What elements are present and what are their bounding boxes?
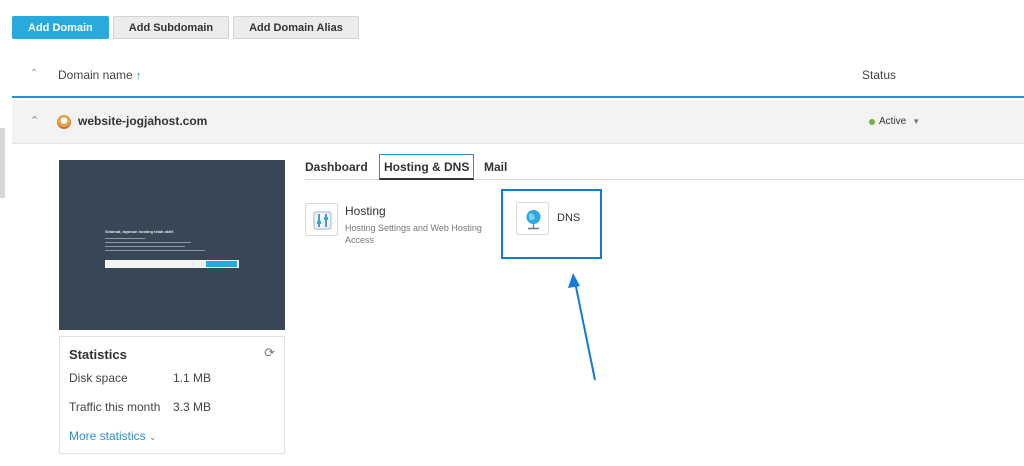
disk-space-value: 1.1 MB xyxy=(173,371,212,385)
chevron-down-icon: ▼ xyxy=(912,117,921,126)
sort-arrow-icon: ↑ xyxy=(135,70,142,82)
traffic-value: 3.3 MB xyxy=(173,400,212,414)
preview-text-line xyxy=(105,246,185,247)
status-badge[interactable]: Active ▼ xyxy=(869,116,920,127)
statistics-title: Statistics xyxy=(69,347,127,362)
tab-mail[interactable]: Mail xyxy=(480,154,511,180)
domain-name-column-label: Domain name xyxy=(58,68,133,82)
hosting-card-description: Hosting Settings and Web Hosting Access xyxy=(345,223,482,245)
add-subdomain-button[interactable]: Add Subdomain xyxy=(112,16,230,39)
add-domain-alias-button[interactable]: Add Domain Alias xyxy=(233,16,359,39)
domain-list-header: ⌃ Domain name ↑ Status xyxy=(12,58,1024,98)
left-scroll-strip xyxy=(0,128,5,198)
dns-highlight-box xyxy=(501,189,602,259)
preview-text-line xyxy=(105,250,205,251)
preview-button xyxy=(206,261,237,267)
status-label: Active xyxy=(879,116,907,127)
statistics-panel: Statistics ⟳ Disk space 1.1 MB Traffic t… xyxy=(59,336,285,454)
domain-tabs: Dashboard Hosting & DNS Mail xyxy=(305,154,1024,180)
pointer-arrow-annotation xyxy=(568,273,596,381)
preview-title: Selamat, layanan hosting telah aktif. xyxy=(105,229,174,234)
hosting-icon[interactable] xyxy=(305,203,338,236)
tab-dashboard[interactable]: Dashboard xyxy=(301,154,372,180)
disk-space-label: Disk space xyxy=(69,371,128,385)
domain-name-column[interactable]: Domain name ↑ xyxy=(58,68,141,82)
add-domain-button[interactable]: Add Domain xyxy=(12,16,109,39)
hosting-card-title[interactable]: Hosting xyxy=(345,204,386,218)
refresh-icon[interactable]: ⟳ xyxy=(264,345,275,361)
collapse-all-icon[interactable]: ⌃ xyxy=(30,68,38,79)
chevron-down-icon: ⌄ xyxy=(149,432,157,442)
tab-hosting-dns[interactable]: Hosting & DNS xyxy=(379,154,475,180)
domain-name-link[interactable]: website-jogjahost.com xyxy=(78,114,207,128)
active-dot-icon xyxy=(869,118,875,125)
site-preview-thumbnail[interactable]: Selamat, layanan hosting telah aktif. xyxy=(59,160,285,330)
traffic-label: Traffic this month xyxy=(69,400,161,414)
domain-row[interactable]: ⌃ website-jogjahost.com Active ▼ xyxy=(12,100,1024,144)
toolbar: Add Domain Add Subdomain Add Domain Alia… xyxy=(12,16,359,39)
preview-text-line xyxy=(105,242,191,243)
chevron-up-icon[interactable]: ⌃ xyxy=(30,114,39,127)
more-statistics-link[interactable]: More statistics ⌄ xyxy=(69,429,157,443)
status-column: Status xyxy=(862,68,897,82)
site-favicon-icon xyxy=(57,115,71,129)
more-statistics-label: More statistics xyxy=(69,429,146,443)
preview-text-line xyxy=(105,238,145,239)
